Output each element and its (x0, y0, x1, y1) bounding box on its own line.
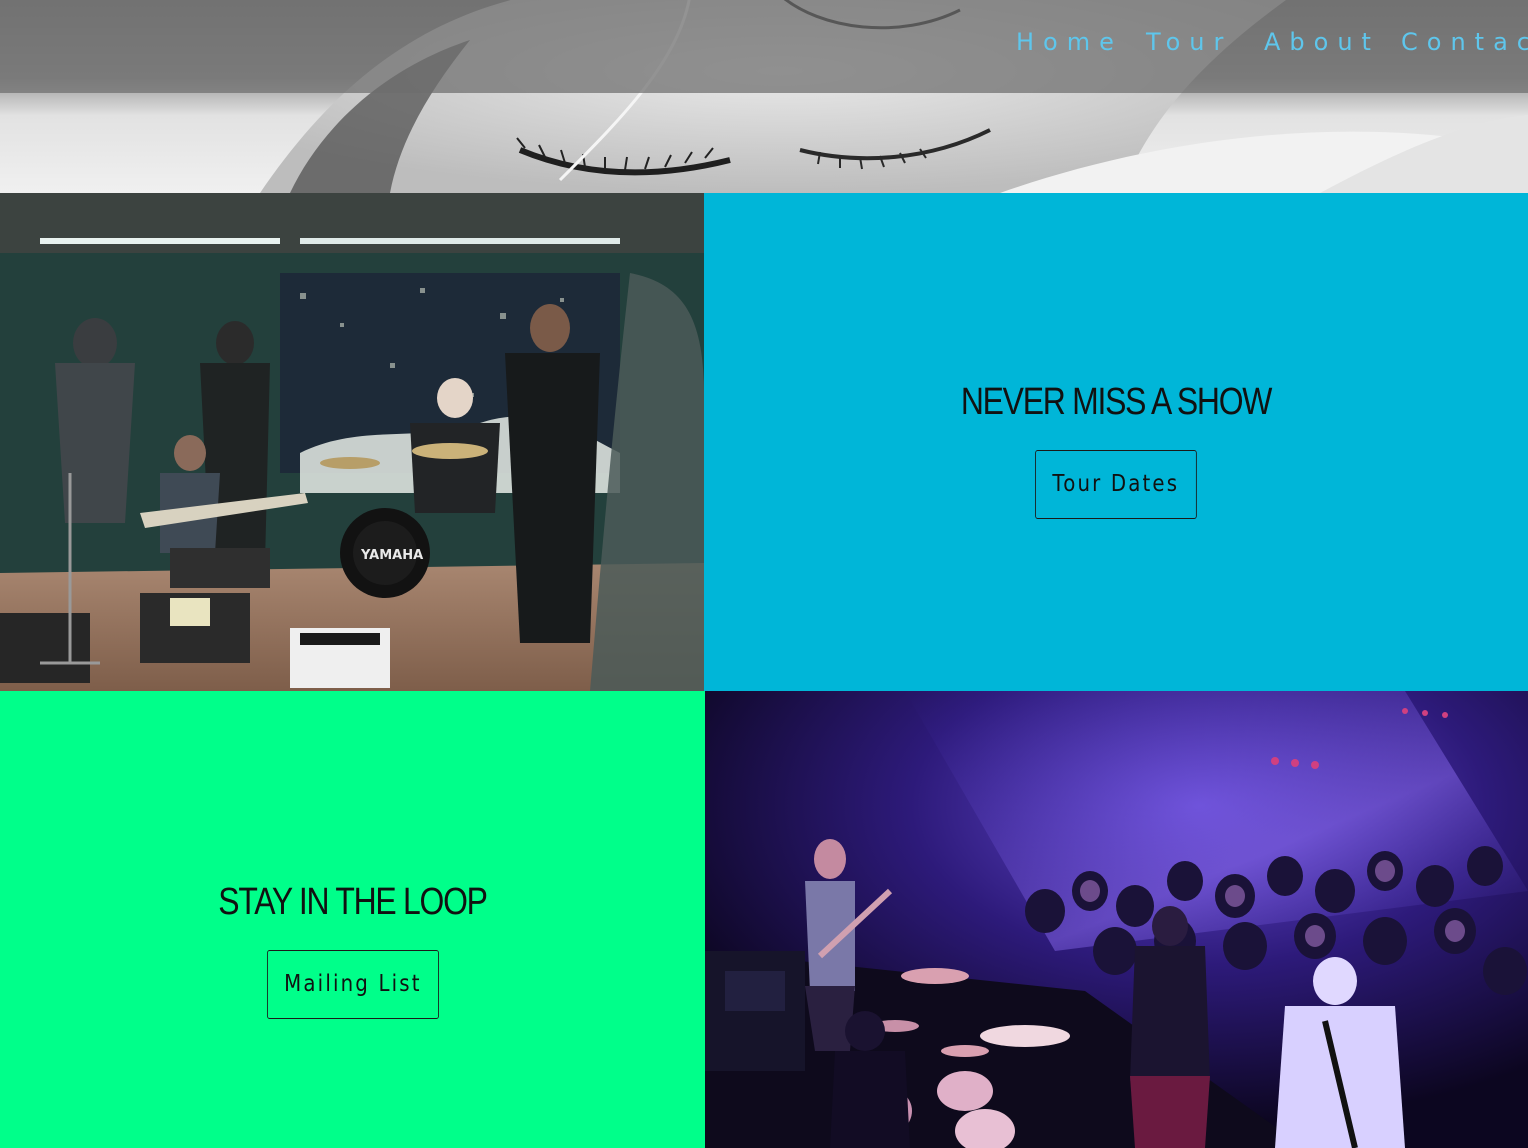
band-rehearsal-photo-tile: YAMAHA (0, 193, 704, 691)
band-rehearsal-photo: YAMAHA (0, 193, 704, 691)
nav-link-home[interactable]: Home (1016, 28, 1123, 56)
tour-dates-button[interactable]: Tour Dates (1035, 450, 1197, 519)
top-navbar: Home Tour About Contact (0, 0, 1528, 93)
nav-link-about[interactable]: About (1264, 28, 1380, 56)
svg-text:YAMAHA: YAMAHA (360, 548, 423, 563)
mailing-list-button[interactable]: Mailing List (266, 950, 439, 1019)
tour-promo-content: NEVER MISS A SHOW Tour Dates (704, 381, 1528, 519)
nav-link-tour[interactable]: Tour (1146, 28, 1232, 56)
concert-photo-tile (705, 691, 1528, 1148)
nav-link-contact[interactable]: Contact (1401, 28, 1528, 56)
tour-promo-heading: NEVER MISS A SHOW (960, 381, 1273, 423)
tour-promo-panel: NEVER MISS A SHOW Tour Dates (704, 193, 1528, 691)
hero-banner: Home Tour About Contact (0, 0, 1528, 193)
concert-photo (705, 691, 1528, 1148)
mailing-promo-panel: STAY IN THE LOOP Mailing List (0, 691, 705, 1148)
mailing-promo-heading: STAY IN THE LOOP (218, 881, 488, 923)
mailing-promo-content: STAY IN THE LOOP Mailing List (0, 881, 705, 1019)
